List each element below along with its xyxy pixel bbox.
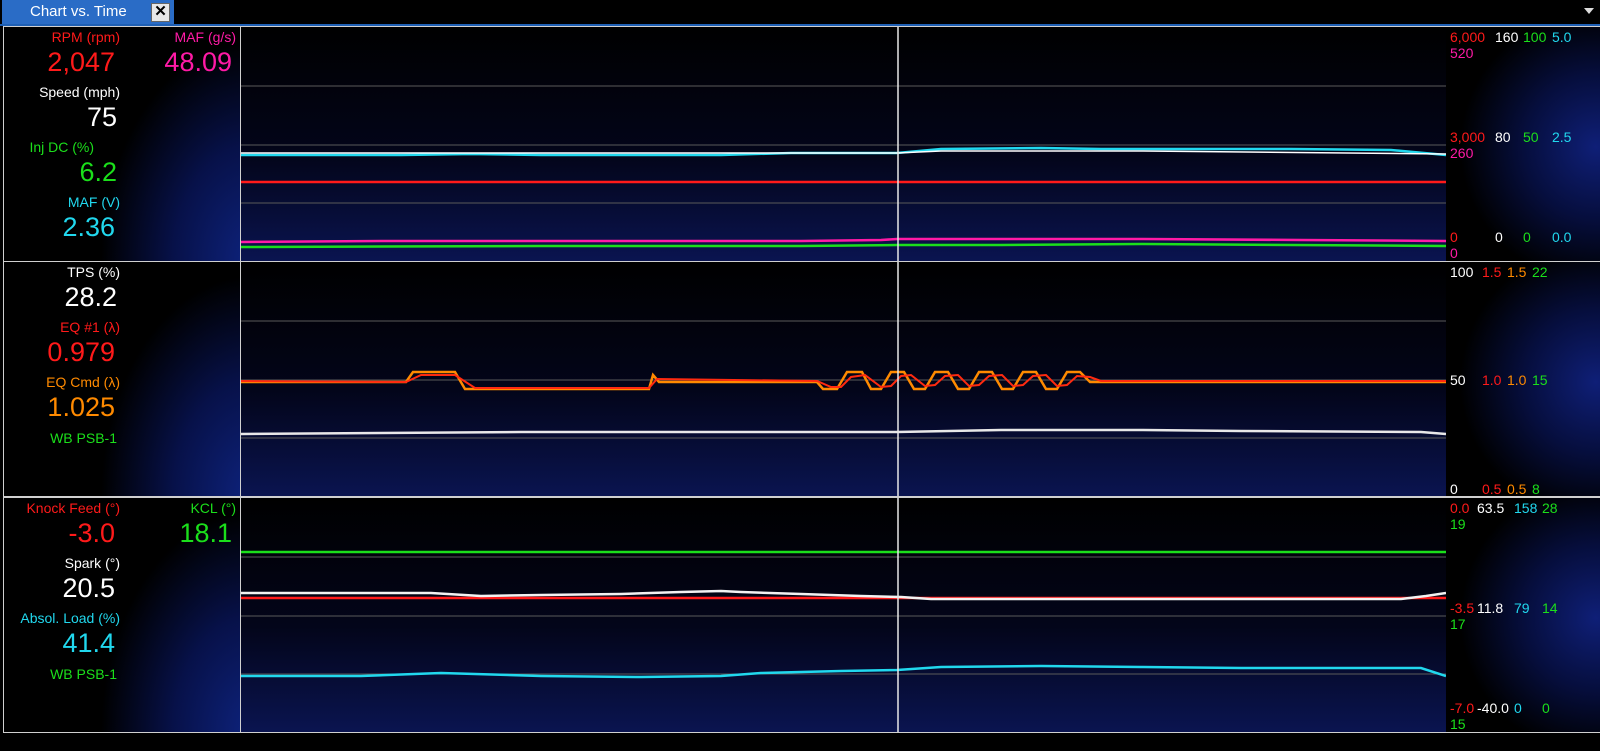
axis-tick: 3,000 xyxy=(1450,129,1486,145)
axis-tick: 15 xyxy=(1532,372,1548,388)
axis-tick: 0 xyxy=(1450,245,1458,261)
trace-absol-load xyxy=(241,664,1446,679)
channel-value: 28.2 xyxy=(64,282,117,312)
axis-tick: -7.0 xyxy=(1450,700,1475,716)
axis-tick: 260 xyxy=(1450,145,1474,161)
legend-panel-1: RPM (rpm) 2,047 MAF (g/s) 48.09 Speed (m… xyxy=(4,27,241,261)
axis-tick: 100 xyxy=(1523,29,1547,45)
axis-tick: 0 xyxy=(1542,700,1550,716)
channel-label: Knock Feed (°) xyxy=(26,500,120,516)
channel-value: 75 xyxy=(86,102,117,132)
axis-scale-3: 0.0 63.5 158 28 19 -3.5 11.8 79 14 17 -7… xyxy=(1446,498,1600,732)
axis-tick: 50 xyxy=(1450,372,1466,388)
plot-svg-1 xyxy=(241,27,1446,261)
axis-tick: 0 xyxy=(1514,700,1522,716)
axis-tick: 0 xyxy=(1523,229,1531,245)
channel-label: KCL (°) xyxy=(190,500,236,516)
channel-label: MAF (g/s) xyxy=(174,29,236,45)
axis-tick: 0.0 xyxy=(1450,500,1470,516)
tab-chart-vs-time[interactable]: Chart vs. Time ✕ xyxy=(2,0,174,24)
axis-tick: 1.0 xyxy=(1482,372,1502,388)
plot-svg-3 xyxy=(241,498,1446,732)
axis-tick: 0.5 xyxy=(1507,481,1527,497)
axis-tick: 2.5 xyxy=(1552,129,1572,145)
channel-label: Absol. Load (%) xyxy=(20,610,120,626)
title-bar: Chart vs. Time ✕ xyxy=(0,0,1600,26)
channel-label: EQ Cmd (λ) xyxy=(46,374,120,390)
channel-label: WB PSB-1 xyxy=(50,666,117,682)
axis-tick: 14 xyxy=(1542,600,1558,616)
chart-panel-3: Knock Feed (°) -3.0 KCL (°) 18.1 Spark (… xyxy=(3,497,1600,733)
axis-tick: 6,000 xyxy=(1450,29,1486,45)
axis-tick: 0 xyxy=(1495,229,1503,245)
axis-tick: 1.5 xyxy=(1507,264,1527,280)
chevron-down-icon[interactable] xyxy=(1584,8,1594,14)
axis-tick: 0 xyxy=(1450,229,1458,245)
channel-value: 18.1 xyxy=(179,518,232,548)
axis-tick: 11.8 xyxy=(1477,600,1504,616)
channel-label: Inj DC (%) xyxy=(29,139,94,155)
channel-value: 6.2 xyxy=(79,157,117,187)
axis-tick: 8 xyxy=(1532,481,1540,497)
axis-tick: 1.0 xyxy=(1507,372,1527,388)
channel-value: 2.36 xyxy=(62,212,115,242)
channel-label: TPS (%) xyxy=(67,264,120,280)
channel-value: 41.4 xyxy=(62,628,115,658)
axis-tick: 158 xyxy=(1514,500,1538,516)
axis-tick: 0.0 xyxy=(1552,229,1572,245)
channel-value: -3.0 xyxy=(68,518,115,548)
axis-tick: 100 xyxy=(1450,264,1474,280)
axis-tick: 17 xyxy=(1450,616,1466,632)
chart-panel-1: RPM (rpm) 2,047 MAF (g/s) 48.09 Speed (m… xyxy=(3,26,1600,262)
chart-panel-2: TPS (%) 28.2 EQ #1 (λ) 0.979 EQ Cmd (λ) … xyxy=(3,261,1600,497)
axis-tick: 79 xyxy=(1514,600,1530,616)
channel-value: 48.09 xyxy=(164,47,232,77)
axis-tick: 15 xyxy=(1450,716,1466,732)
channel-label: EQ #1 (λ) xyxy=(60,319,120,335)
channel-label: Speed (mph) xyxy=(39,84,120,100)
axis-tick: 19 xyxy=(1450,516,1466,532)
axis-tick: 520 xyxy=(1450,45,1474,61)
legend-panel-2: TPS (%) 28.2 EQ #1 (λ) 0.979 EQ Cmd (λ) … xyxy=(4,262,241,496)
trace-tps xyxy=(241,428,1446,436)
trace-inj-dc xyxy=(241,242,1446,249)
plot-area-3[interactable] xyxy=(241,498,1446,732)
channel-label: WB PSB-1 xyxy=(50,430,117,446)
trace-speed xyxy=(241,150,1446,155)
axis-scale-1: 6,000 520 160 100 5.0 3,000 260 80 50 2.… xyxy=(1446,27,1600,261)
channel-value: 2,047 xyxy=(47,47,115,77)
axis-tick: 0.5 xyxy=(1482,481,1502,497)
channel-value: 20.5 xyxy=(62,573,115,603)
axis-tick: 63.5 xyxy=(1477,500,1505,516)
axis-scale-2: 100 1.5 1.5 22 50 1.0 1.0 15 0 0.5 0.5 8 xyxy=(1446,262,1600,497)
axis-tick: 160 xyxy=(1495,29,1519,45)
plot-area-2[interactable] xyxy=(241,262,1446,496)
axis-tick: 1.5 xyxy=(1482,264,1502,280)
close-icon[interactable]: ✕ xyxy=(151,3,170,22)
plot-area-1[interactable] xyxy=(241,27,1446,261)
tab-label: Chart vs. Time xyxy=(30,3,127,20)
channel-value: 0.979 xyxy=(47,337,115,367)
channel-label: RPM (rpm) xyxy=(51,29,120,45)
axis-tick: 80 xyxy=(1495,129,1511,145)
channel-value: 1.025 xyxy=(47,392,115,422)
axis-tick: -3.5 xyxy=(1450,600,1475,616)
channel-label: Spark (°) xyxy=(64,555,120,571)
axis-tick: -40.0 xyxy=(1477,700,1509,716)
axis-tick: 5.0 xyxy=(1552,29,1572,45)
trace-maf-gs xyxy=(241,237,1446,244)
axis-tick: 28 xyxy=(1542,500,1558,516)
axis-tick: 0 xyxy=(1450,481,1458,497)
axis-tick: 22 xyxy=(1532,264,1548,280)
channel-label: MAF (V) xyxy=(67,194,120,210)
legend-panel-3: Knock Feed (°) -3.0 KCL (°) 18.1 Spark (… xyxy=(4,498,241,732)
plot-svg-2 xyxy=(241,262,1446,496)
axis-tick: 50 xyxy=(1523,129,1539,145)
